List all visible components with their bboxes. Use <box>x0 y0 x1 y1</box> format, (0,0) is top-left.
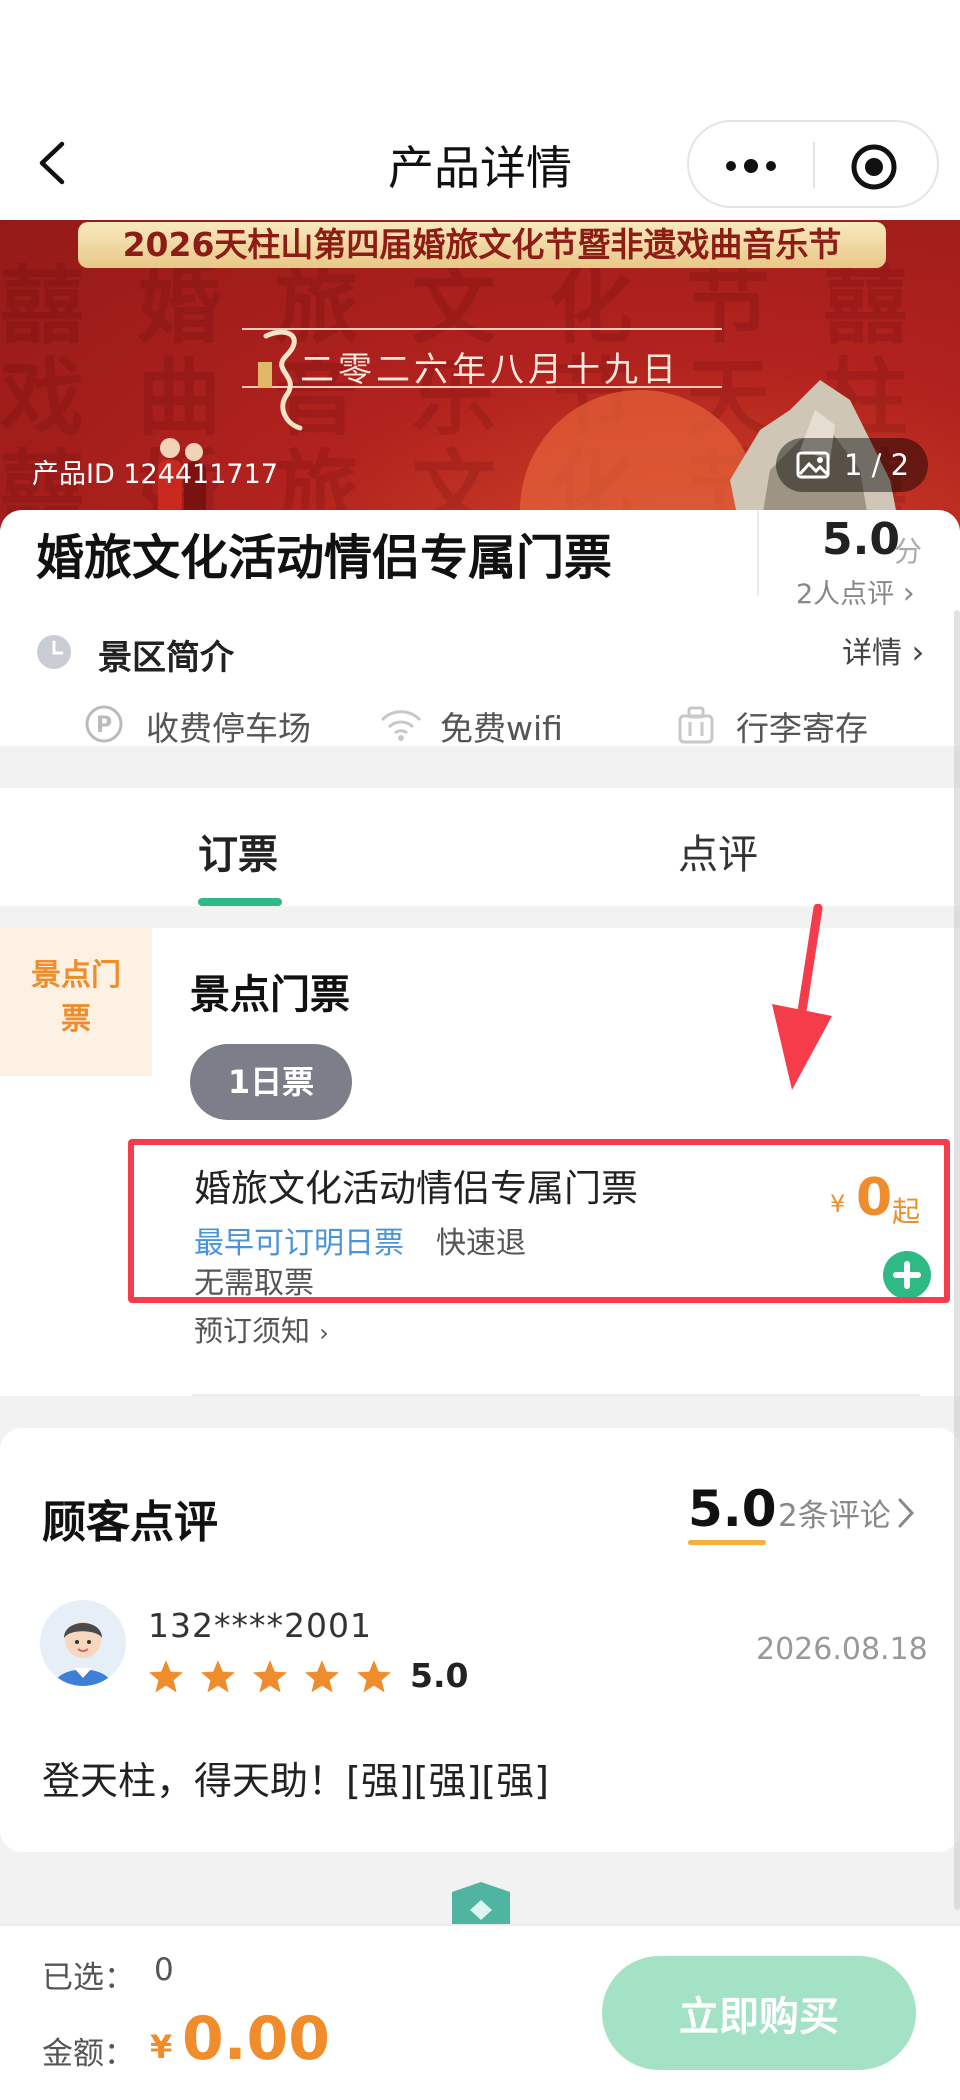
ticket-section-title: 景点门票 <box>190 972 350 1018</box>
star-icon <box>201 1660 235 1693</box>
product-title: 婚旅文化活动情侣专属门票 <box>36 530 613 586</box>
scenic-intro-label: 景区简介 <box>98 638 234 678</box>
item-divider <box>192 1394 920 1396</box>
reviews-title: 顾客点评 <box>42 1497 218 1548</box>
close-target-icon[interactable] <box>849 142 899 192</box>
facility-wifi: 免费wifi <box>378 702 598 748</box>
buy-now-button[interactable]: 立即购买 <box>602 1956 916 2070</box>
chevron-right-icon: › <box>319 1319 329 1347</box>
product-info-card: 婚旅文化活动情侣专属门票 5.0 分 2人点评 › 景区简介 详情 › P 收费… <box>0 510 960 748</box>
facility-label: 行李寄存 <box>736 709 868 748</box>
mini-program-capsule <box>687 120 939 208</box>
review-count-text: 2人点评 <box>796 579 895 610</box>
review-date: 2026.08.18 <box>756 1632 928 1667</box>
tab-reviews[interactable]: 点评 <box>678 822 758 880</box>
score-unit: 分 <box>894 535 923 568</box>
star-icon <box>357 1660 391 1693</box>
review-text: 登天柱，得天助！[强][强][强] <box>42 1759 549 1803</box>
booking-notes-link[interactable]: 预订须知 › <box>194 1308 329 1350</box>
star-icon <box>149 1660 183 1693</box>
side-category-line: 景点门 <box>31 958 121 993</box>
clock-icon <box>37 635 71 669</box>
photo-counter[interactable]: 1 / 2 <box>776 438 928 492</box>
score-divider <box>757 510 759 596</box>
scrollbar[interactable] <box>954 610 960 1910</box>
svg-text:P: P <box>96 713 112 738</box>
shield-icon <box>452 1882 510 1928</box>
product-banner[interactable]: 囍 婚 旅 文 化 节 囍 婚 旅 戏 曲 音 乐 节 天 柱 山 囍 囍 婚 … <box>0 220 960 530</box>
review-rating: 5.0 <box>410 1656 469 1695</box>
amount-label: 金额： <box>42 2036 135 2072</box>
banner-headline: 2026天柱山第四届婚旅文化节暨非遗戏曲音乐节 <box>78 222 886 268</box>
selected-count: 0 <box>154 1952 174 1988</box>
tab-bar: 订票 点评 <box>0 788 960 906</box>
details-link[interactable]: 详情 › <box>842 628 924 672</box>
reviews-score-underline <box>688 1540 766 1545</box>
highlight-box <box>128 1139 950 1303</box>
tab-booking[interactable]: 订票 <box>198 822 278 880</box>
customer-reviews-card: 顾客点评 5.0 2条评论 132****2001 5.0 2026.08.18… <box>0 1428 960 1852</box>
chevron-right-icon: › <box>902 576 915 611</box>
one-day-ticket-pill[interactable]: 1日票 <box>190 1044 352 1120</box>
tab-active-indicator <box>198 898 282 906</box>
nav-bar: 产品详情 <box>0 0 960 220</box>
side-category-scenic-tickets[interactable]: 景点门 票 <box>0 928 152 1076</box>
wifi-icon <box>380 710 422 741</box>
facility-label: 收费停车场 <box>146 709 311 748</box>
luggage-icon <box>678 706 714 744</box>
image-icon <box>796 451 830 479</box>
amount-currency: ¥ <box>150 2028 173 2066</box>
details-link-text: 详情 <box>842 636 902 671</box>
facility-parking: P 收费停车场 <box>84 702 324 748</box>
chevron-right-icon: › <box>911 633 925 671</box>
parking-icon: P <box>85 705 123 743</box>
annotation-arrow-icon <box>772 904 832 1090</box>
product-id: 产品ID 124411717 <box>32 459 278 490</box>
capsule-divider <box>813 142 815 188</box>
avatar-icon <box>54 1622 112 1686</box>
star-rating <box>149 1660 391 1693</box>
booking-notes-text: 预订须知 <box>194 1314 311 1348</box>
product-score: 5.0 <box>822 514 900 565</box>
review-count-link[interactable]: 2人点评 › <box>796 572 915 611</box>
side-category-line: 票 <box>61 1002 91 1037</box>
facility-label: 免费wifi <box>440 709 563 748</box>
reviews-score: 5.0 <box>688 1480 777 1538</box>
chevron-right-icon[interactable] <box>896 1496 916 1530</box>
avatar <box>40 1600 126 1686</box>
photo-counter-text: 1 / 2 <box>844 448 910 482</box>
reviews-count-link[interactable]: 2条评论 <box>778 1490 891 1535</box>
selected-label: 已选： <box>42 1960 135 1996</box>
star-icon <box>305 1660 339 1693</box>
more-icon[interactable] <box>719 146 783 186</box>
banner-date: 二零二六年八月十九日 <box>300 350 680 390</box>
reviewer-name: 132****2001 <box>148 1606 372 1645</box>
facility-luggage: 行李寄存 <box>674 702 914 748</box>
star-icon <box>253 1660 287 1693</box>
bottom-bar: 已选： 0 金额： ¥ 0.00 立即购买 <box>0 1924 960 2100</box>
amount-value: 0.00 <box>182 2004 331 2074</box>
